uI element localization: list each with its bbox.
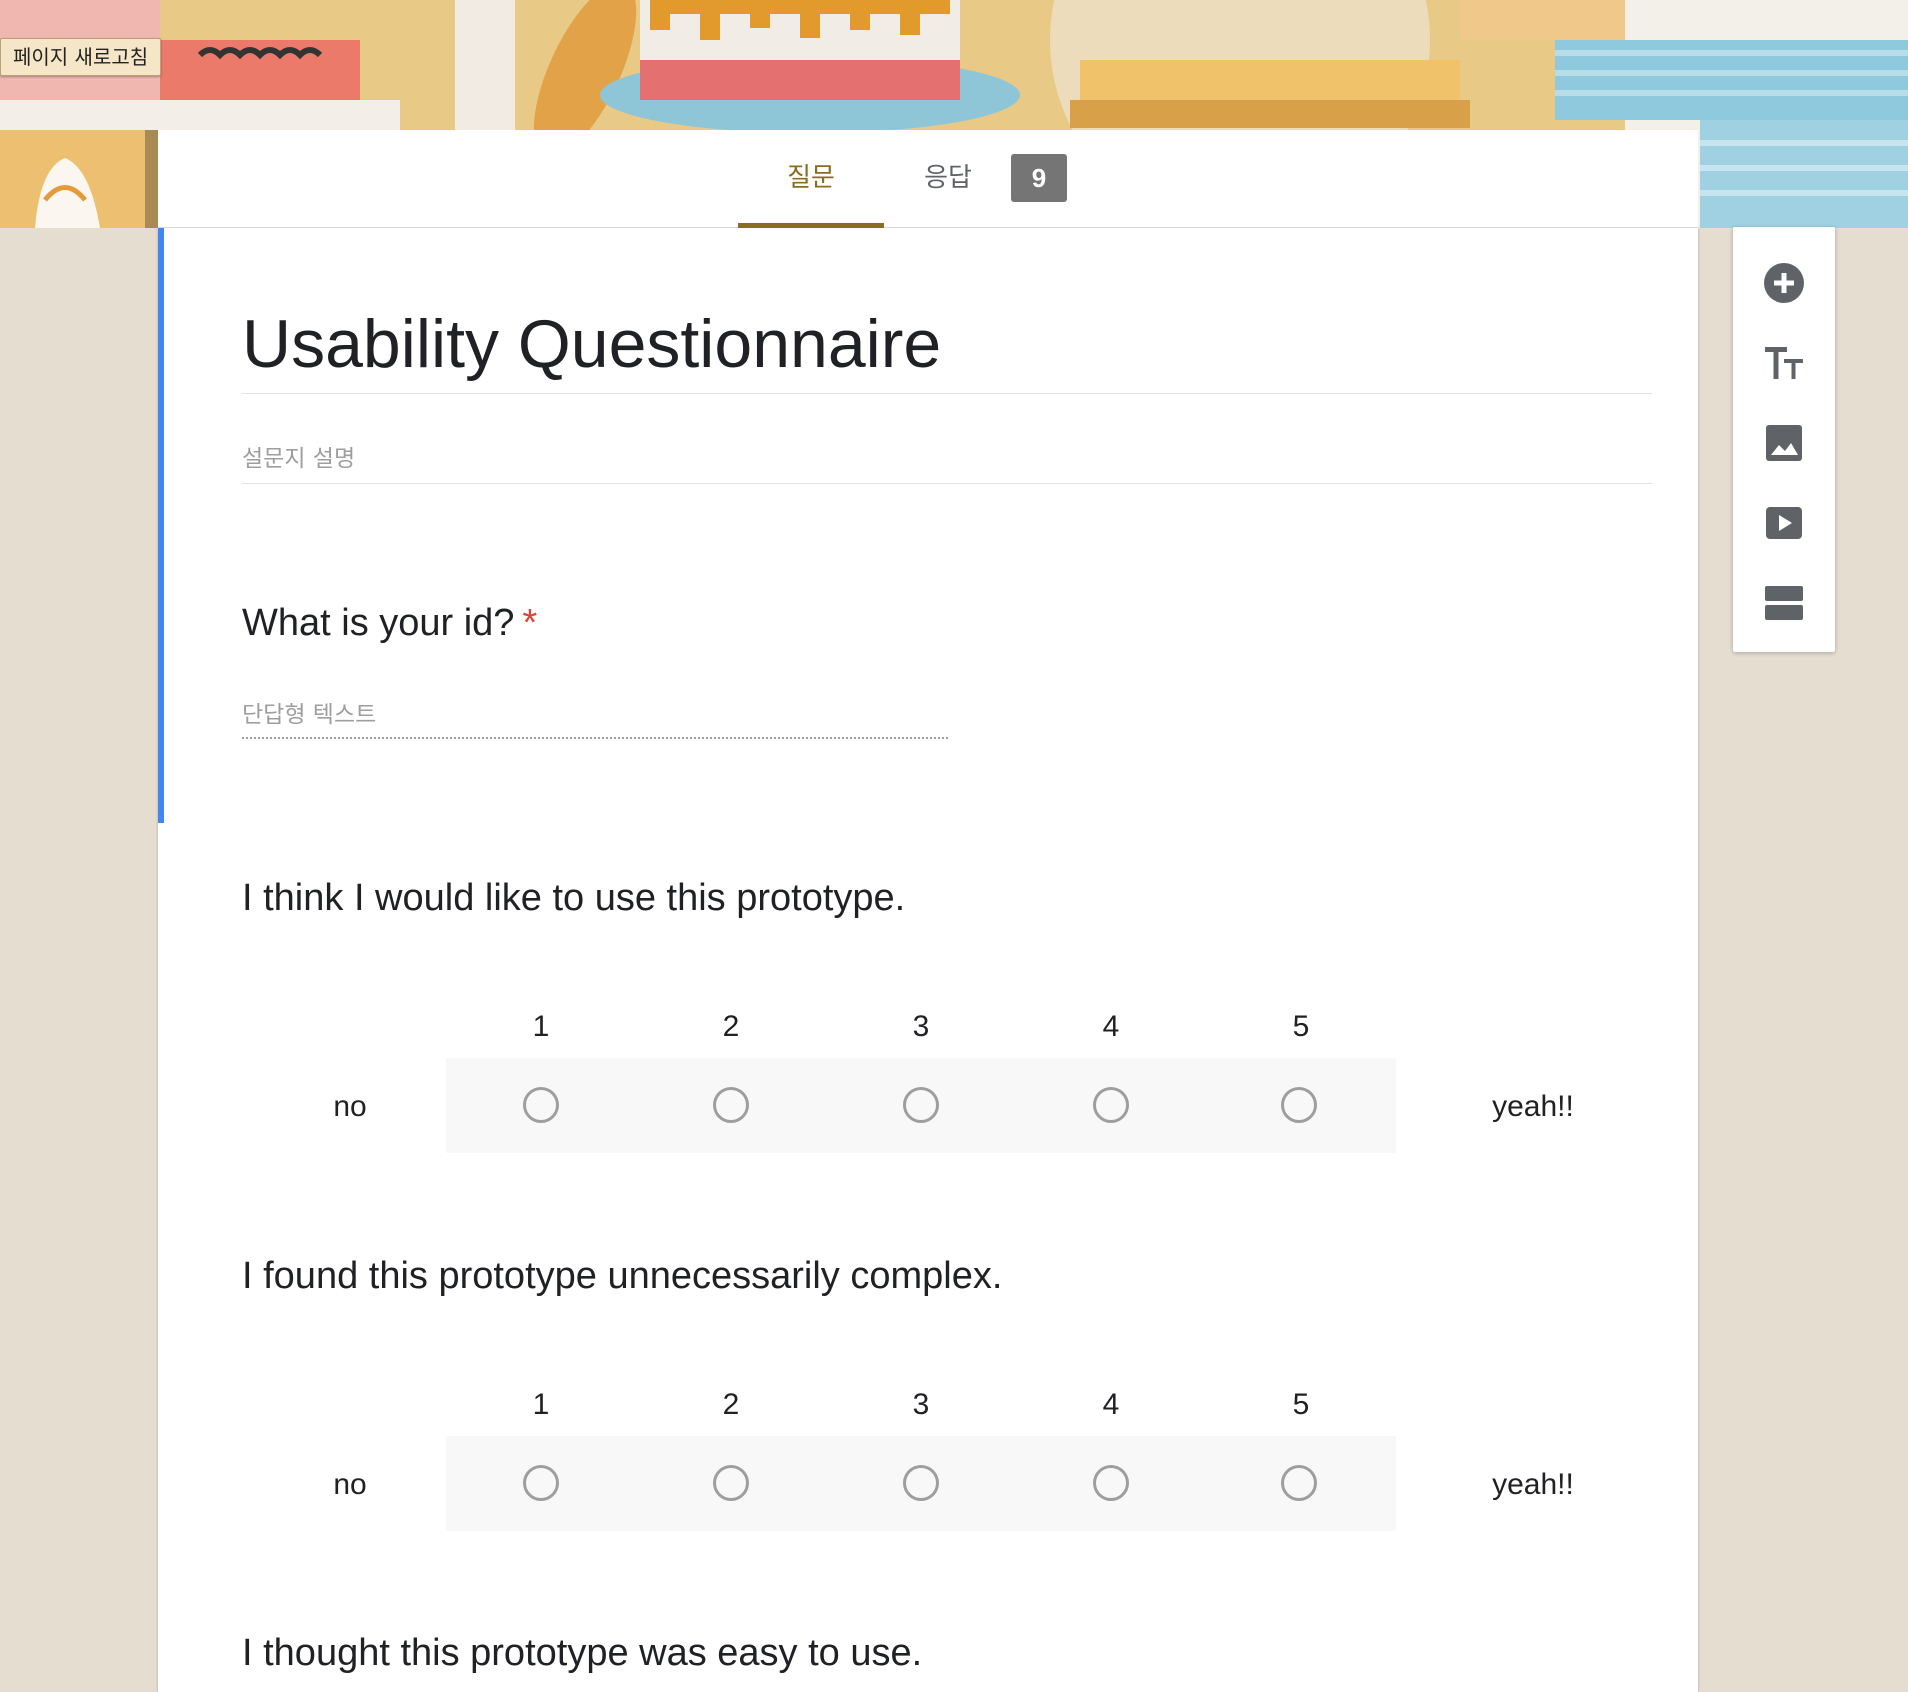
scale-number: 3 (912, 1388, 930, 1421)
question-title: I found this prototype unnecessarily com… (242, 1255, 1003, 1297)
scale-number: 1 (532, 1010, 550, 1043)
form-title-input[interactable]: Usability Questionnaire (242, 295, 1652, 394)
scale-row (446, 1058, 1396, 1153)
scale-row (446, 1436, 1396, 1531)
add-image-button[interactable] (1760, 419, 1808, 467)
scale-number: 2 (722, 1010, 740, 1043)
side-toolbar (1733, 227, 1835, 652)
scale-number: 5 (1292, 1010, 1310, 1043)
active-tab-indicator (738, 223, 884, 228)
video-icon (1766, 507, 1802, 539)
question-title: I think I would like to use this prototy… (242, 877, 906, 919)
scale-high-label: yeah!! (1492, 1468, 1574, 1501)
scale-high-label: yeah!! (1492, 1090, 1574, 1123)
required-asterisk: * (522, 602, 538, 644)
tab-bar: 질문 응답 9 (158, 130, 1698, 228)
add-question-icon (1764, 263, 1804, 303)
form-description-input[interactable]: 설문지 설명 (242, 435, 1652, 484)
radio-option-2[interactable] (713, 1087, 749, 1123)
form-card: Usability Questionnaire 설문지 설명 What is y… (158, 227, 1698, 1692)
scale-low-label: no (333, 1090, 367, 1123)
radio-option-3[interactable] (903, 1087, 939, 1123)
radio-option-3[interactable] (903, 1465, 939, 1501)
scale-number: 1 (532, 1388, 550, 1421)
question-title: I thought this prototype was easy to use… (242, 1632, 923, 1674)
tab-questions-label: 질문 (787, 163, 835, 193)
tab-responses[interactable]: 응답 (898, 130, 998, 227)
add-question-button[interactable] (1760, 259, 1808, 307)
radio-option-4[interactable] (1093, 1087, 1129, 1123)
short-answer-field[interactable]: 단답형 텍스트 (242, 693, 948, 739)
radio-option-4[interactable] (1093, 1465, 1129, 1501)
radio-option-5[interactable] (1281, 1087, 1317, 1123)
add-video-button[interactable] (1760, 499, 1808, 547)
section-icon (1765, 586, 1803, 620)
radio-option-5[interactable] (1281, 1465, 1317, 1501)
add-section-button[interactable] (1760, 579, 1808, 627)
scale-number: 4 (1102, 1388, 1120, 1421)
question-title-text: What is your id? (242, 602, 515, 644)
radio-option-1[interactable] (523, 1465, 559, 1501)
scale-number: 3 (912, 1010, 930, 1043)
question-title: What is your id? * (242, 597, 537, 649)
scale-low-label: no (333, 1468, 367, 1501)
scale-number: 5 (1292, 1388, 1310, 1421)
tab-questions[interactable]: 질문 (738, 130, 884, 228)
image-icon (1766, 425, 1802, 461)
radio-option-2[interactable] (713, 1465, 749, 1501)
scale-number: 2 (722, 1388, 740, 1421)
refresh-page-button[interactable]: 페이지 새로고침 (0, 38, 162, 76)
focus-indicator (158, 227, 164, 823)
title-text-icon (1765, 347, 1803, 379)
scale-number: 4 (1102, 1010, 1120, 1043)
add-title-button[interactable] (1760, 339, 1808, 387)
tab-responses-label: 응답 (924, 163, 972, 193)
radio-option-1[interactable] (523, 1087, 559, 1123)
response-count-badge: 9 (1011, 154, 1067, 202)
